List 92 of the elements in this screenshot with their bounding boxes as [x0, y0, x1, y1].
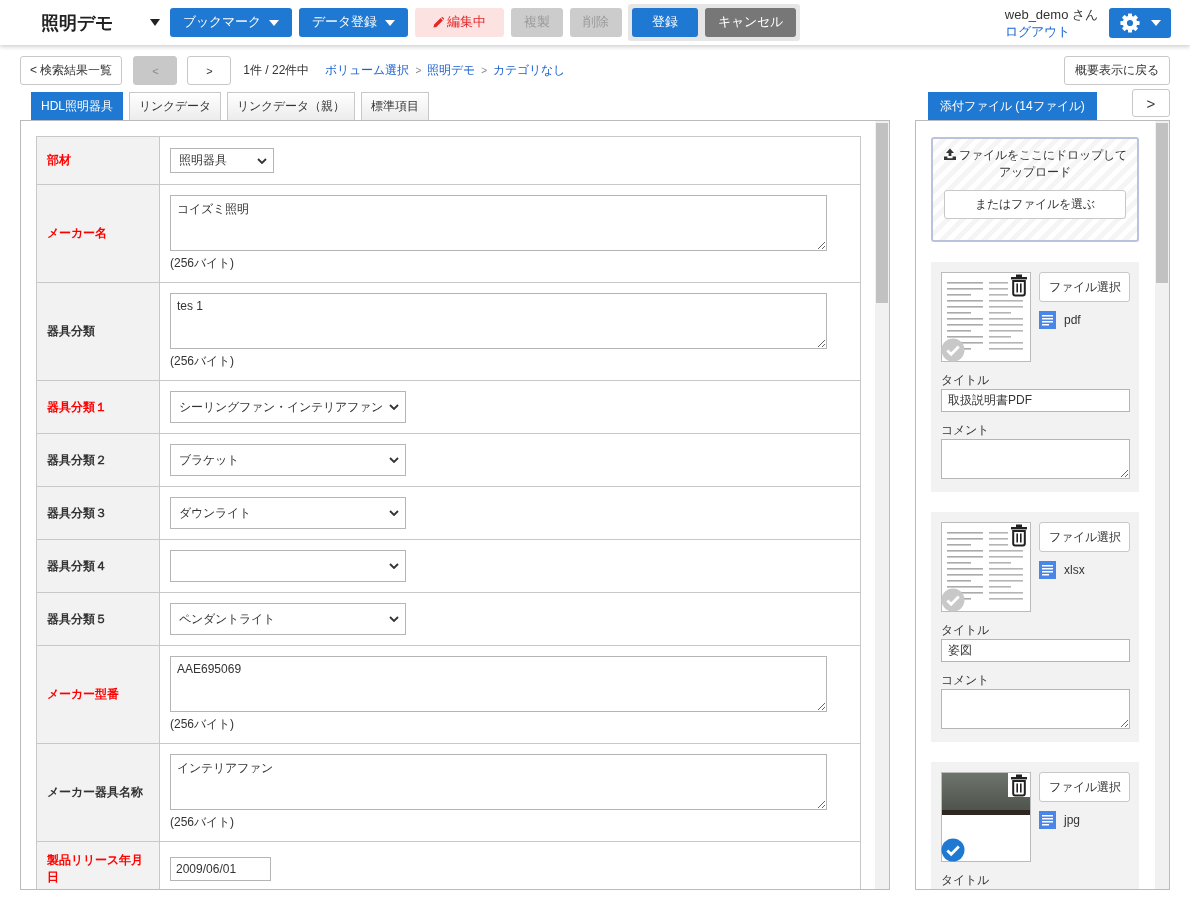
- field-label: メーカー名: [47, 226, 107, 240]
- breadcrumb-link[interactable]: ボリューム選択: [325, 62, 410, 79]
- title-field[interactable]: 姿図: [941, 639, 1130, 662]
- dropdown[interactable]: 照明器具: [170, 148, 274, 173]
- trash-icon[interactable]: [1008, 773, 1030, 797]
- scrollbar-thumb[interactable]: [1156, 123, 1168, 283]
- choose-file-button[interactable]: またはファイルを選ぶ: [944, 190, 1126, 219]
- document-icon: [1039, 561, 1056, 579]
- file-type: pdf: [1064, 313, 1081, 327]
- breadcrumb-link[interactable]: 照明デモ: [427, 62, 476, 79]
- field-label: 部材: [47, 153, 71, 167]
- field-label: メーカー型番: [47, 687, 119, 701]
- byte-limit-note: (256バイト): [170, 716, 235, 733]
- chevron-down-icon: [389, 457, 399, 463]
- byte-limit-note: (256バイト): [170, 353, 235, 370]
- file-type: jpg: [1064, 813, 1080, 827]
- drop-zone[interactable]: ファイルをここにドロップしてアップロード またはファイルを選ぶ: [931, 137, 1139, 242]
- byte-limit-note: (256バイト): [170, 255, 235, 272]
- dropdown[interactable]: ダウンライト: [170, 497, 406, 529]
- caret-icon[interactable]: [150, 19, 160, 26]
- field-label: 器具分類: [47, 324, 95, 338]
- comment-field[interactable]: [941, 439, 1130, 479]
- scrollbar-thumb[interactable]: [876, 123, 888, 303]
- chevron-down-icon: [389, 404, 399, 410]
- field-label: コメント: [941, 422, 990, 438]
- field-label: タイトル: [941, 622, 990, 638]
- tab[interactable]: リンクデータ: [129, 92, 221, 120]
- file-select-button[interactable]: ファイル選択: [1039, 272, 1130, 302]
- chevron-down-icon: [257, 157, 267, 164]
- chevron-down-icon: [389, 510, 399, 516]
- chevron-down-icon: [389, 563, 399, 569]
- field-label: タイトル: [941, 872, 990, 888]
- file-select-button[interactable]: ファイル選択: [1039, 772, 1130, 802]
- dropdown[interactable]: シーリングファン・インテリアファン: [170, 391, 406, 423]
- tab[interactable]: 添付ファイル (14ファイル): [928, 92, 1097, 120]
- dropdown[interactable]: [170, 550, 406, 582]
- upload-icon: [943, 148, 956, 160]
- dropdown-button[interactable]: データ登録: [299, 8, 408, 37]
- text-area[interactable]: コイズミ照明: [170, 195, 827, 251]
- expand-button[interactable]: >: [1132, 89, 1170, 117]
- comment-field[interactable]: [941, 689, 1130, 729]
- settings-icon: [1119, 12, 1140, 33]
- primary-button[interactable]: 登録: [632, 8, 698, 37]
- field-label: 器具分類５: [47, 611, 107, 626]
- text-area[interactable]: AAE695069: [170, 656, 827, 712]
- field-label: タイトル: [941, 372, 990, 388]
- check-circle-icon[interactable]: [941, 588, 965, 612]
- dropdown[interactable]: ブラケット: [170, 444, 406, 476]
- trash-icon[interactable]: [1008, 273, 1030, 297]
- logout-link[interactable]: ログアウト: [1004, 22, 1098, 40]
- document-icon: [1039, 811, 1056, 829]
- back-to-overview-button[interactable]: 概要表示に戻る: [1064, 56, 1170, 85]
- file-select-button[interactable]: ファイル選択: [1039, 522, 1130, 552]
- app-title: 照明デモ: [41, 11, 113, 35]
- field-label: コメント: [941, 672, 990, 688]
- document-icon: [1039, 311, 1056, 329]
- file-type: xlsx: [1064, 563, 1085, 577]
- breadcrumb-link[interactable]: カテゴリなし: [493, 62, 566, 79]
- check-circle-icon[interactable]: [941, 338, 965, 362]
- tab[interactable]: 標準項目: [361, 92, 429, 120]
- field-label: 器具分類１: [47, 399, 107, 414]
- dropdown-button[interactable]: ブックマーク: [170, 8, 292, 37]
- field-label: 器具分類２: [47, 452, 107, 467]
- check-circle-icon[interactable]: [941, 838, 965, 862]
- breadcrumb-separator: >: [481, 65, 488, 76]
- chevron-down-icon: [389, 616, 399, 622]
- field-label: 器具分類３: [47, 505, 107, 520]
- back-to-results-button[interactable]: < 検索結果一覧: [20, 56, 123, 85]
- field-label: 器具分類４: [47, 558, 107, 573]
- drop-zone-text: ファイルをここにドロップしてアップロード: [958, 148, 1127, 179]
- secondary-button[interactable]: キャンセル: [705, 8, 796, 37]
- dropdown[interactable]: ペンダントライト: [170, 603, 406, 635]
- tab[interactable]: リンクデータ（親）: [227, 92, 355, 120]
- caret-icon: [269, 19, 279, 26]
- editing-status-button[interactable]: 編集中: [415, 8, 504, 37]
- title-field[interactable]: 取扱説明書PDF: [941, 389, 1130, 412]
- trash-icon[interactable]: [1008, 523, 1030, 547]
- field-label: メーカー器具名称: [47, 785, 143, 799]
- date-field[interactable]: 2009/06/01: [170, 857, 271, 881]
- user-name: web_demo さん: [1004, 5, 1098, 23]
- text-area[interactable]: tes 1: [170, 293, 827, 349]
- caret-icon: [385, 19, 395, 26]
- record-count: 1件 / 22件中: [243, 62, 310, 79]
- text-area[interactable]: インテリアファン: [170, 754, 827, 810]
- pencil-icon: [433, 17, 444, 28]
- breadcrumb-separator: >: [415, 65, 422, 76]
- settings-button[interactable]: [1109, 7, 1171, 38]
- caret-icon: [1150, 19, 1161, 26]
- next-button[interactable]: >: [187, 56, 232, 85]
- field-label: 製品リリース年月日: [47, 853, 143, 884]
- byte-limit-note: (256バイト): [170, 814, 235, 831]
- tab[interactable]: HDL照明器具: [31, 92, 123, 120]
